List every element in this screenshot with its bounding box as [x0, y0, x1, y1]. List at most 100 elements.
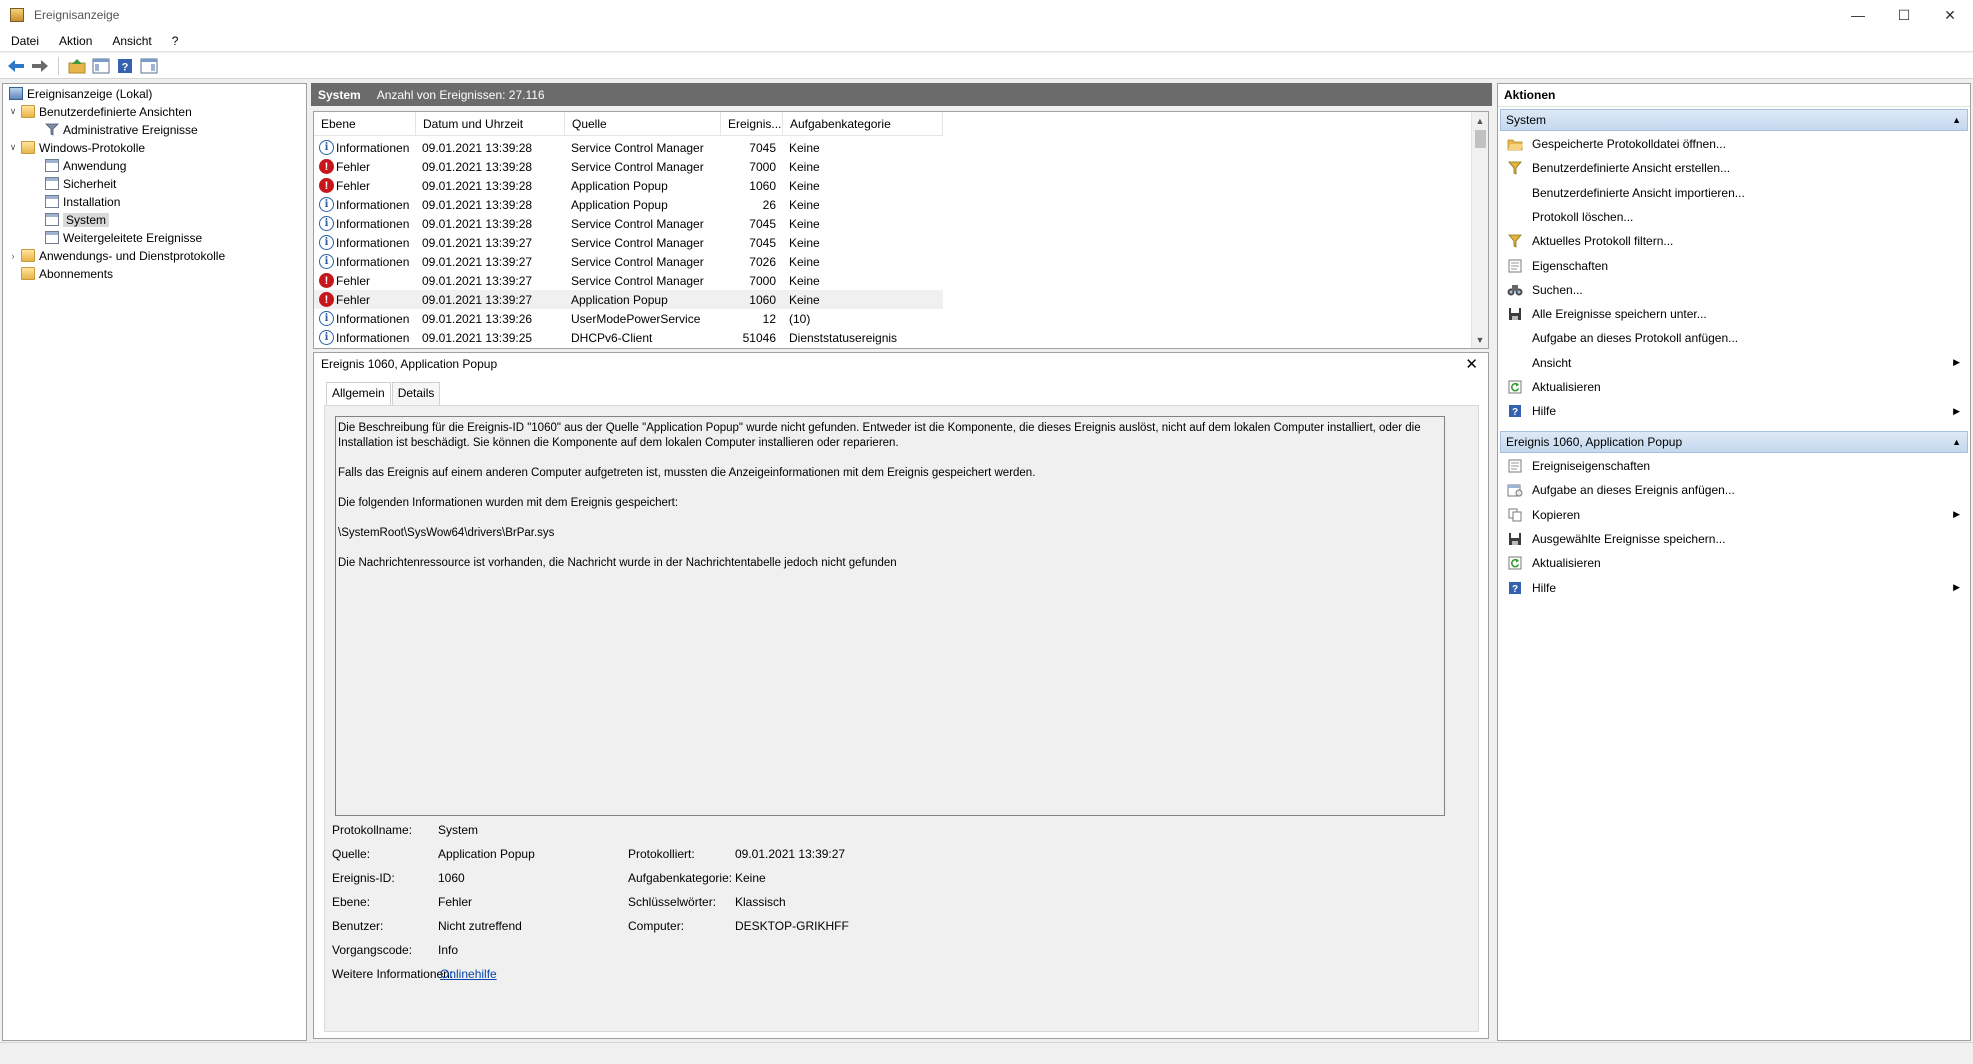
error-icon: !: [319, 273, 334, 288]
help-icon[interactable]: ?: [115, 56, 135, 76]
scroll-up-arrow[interactable]: ▲: [1472, 112, 1488, 129]
action-aufgabe-an-dieses-protokoll-anfügen[interactable]: Aufgabe an dieses Protokoll anfügen...: [1500, 326, 1966, 350]
tree-node-custom-views[interactable]: ∨ Benutzerdefinierte Ansichten: [7, 103, 192, 120]
table-row[interactable]: i Informationen 09.01.2021 13:39:28 Service…: [314, 138, 943, 157]
table-row[interactable]: i Informationen 09.01.2021 13:39:26 UserMod…: [314, 309, 943, 328]
table-row[interactable]: i Informationen 09.01.2021 13:39:25 DHCPv6-…: [314, 328, 943, 347]
chevron-down-icon[interactable]: ∨: [7, 106, 19, 117]
level-text: Informationen: [336, 311, 410, 326]
minimize-button[interactable]: —: [1835, 0, 1881, 30]
error-icon: !: [319, 159, 334, 174]
tree-node-root[interactable]: Ereignisanzeige (Lokal): [7, 85, 152, 102]
tree-node-system[interactable]: System: [43, 211, 110, 228]
tree-node-admin-events[interactable]: Administrative Ereignisse: [43, 121, 198, 138]
chevron-down-icon[interactable]: ∨: [7, 142, 19, 153]
tree-node-app-service-logs[interactable]: › Anwendungs- und Dienstprotokolle: [7, 247, 226, 264]
save-icon: [1507, 531, 1523, 547]
tab-details[interactable]: Details: [391, 382, 441, 405]
refresh-icon: [1507, 379, 1523, 395]
tree-node-setup[interactable]: Installation: [43, 193, 120, 210]
menu-help[interactable]: ?: [161, 34, 188, 48]
scroll-down-arrow[interactable]: ▼: [1472, 331, 1488, 348]
action-eigenschaften[interactable]: Eigenschaften: [1500, 254, 1966, 278]
cell-task: Dienststatusereignis: [789, 330, 898, 345]
cell-event-id: 7045: [749, 235, 776, 250]
action-ansicht[interactable]: Ansicht ▶: [1500, 351, 1966, 375]
tab-general[interactable]: Allgemein: [326, 382, 391, 405]
action-aktuelles-protokoll-filtern[interactable]: Aktuelles Protokoll filtern...: [1500, 229, 1966, 253]
cell-level: ! Fehler: [314, 178, 416, 193]
events-scrollbar[interactable]: ▲ ▼: [1471, 112, 1488, 348]
action-ausgewählte-ereignisse-speichern[interactable]: Ausgewählte Ereignisse speichern...: [1500, 527, 1966, 551]
column-level[interactable]: Ebene: [314, 112, 416, 135]
online-help-link[interactable]: Onlinehilfe: [440, 967, 497, 981]
action-benutzerdefinierte-ansicht-erstellen[interactable]: Benutzerdefinierte Ansicht erstellen...: [1500, 156, 1966, 180]
table-row[interactable]: i Informationen 09.01.2021 13:39:28 Applica…: [314, 195, 943, 214]
action-hilfe[interactable]: ? Hilfe ▶: [1500, 399, 1966, 423]
log-icon: [45, 159, 59, 172]
action-aufgabe-an-dieses-ereignis-anfügen[interactable]: Aufgabe an dieses Ereignis anfügen...: [1500, 478, 1966, 502]
table-row[interactable]: i Informationen 09.01.2021 13:39:27 Service…: [314, 252, 943, 271]
cell-task: (10): [789, 311, 811, 326]
tree-node-security[interactable]: Sicherheit: [43, 175, 116, 192]
tree-node-windows-logs[interactable]: ∨ Windows-Protokolle: [7, 139, 145, 156]
close-button[interactable]: ✕: [1927, 0, 1973, 30]
column-task-category[interactable]: Aufgabenkategorie: [783, 112, 943, 135]
log-header: System Anzahl von Ereignissen: 27.116: [311, 83, 1492, 106]
prop-keywords: Klassisch: [735, 895, 786, 909]
log-icon: [45, 213, 59, 226]
cell-task: Keine: [789, 216, 820, 231]
action-aktualisieren[interactable]: Aktualisieren: [1500, 551, 1966, 575]
action-gespeicherte-protokolldatei-öffnen[interactable]: Gespeicherte Protokolldatei öffnen...: [1500, 132, 1966, 156]
actions-section-event[interactable]: Ereignis 1060, Application Popup ▲: [1500, 431, 1968, 453]
action-suchen[interactable]: Suchen...: [1500, 278, 1966, 302]
table-row[interactable]: ! Fehler 09.01.2021 13:39:27 Service Contro…: [314, 271, 943, 290]
table-row[interactable]: i Informationen 09.01.2021 13:39:28 Service…: [314, 214, 943, 233]
action-label: Gespeicherte Protokolldatei öffnen...: [1532, 137, 1726, 151]
level-text: Informationen: [336, 235, 410, 250]
log-icon: [45, 177, 59, 190]
show-hide-tree-icon[interactable]: [91, 56, 111, 76]
prop-level: Fehler: [438, 895, 473, 909]
action-alle-ereignisse-speichern-unter[interactable]: Alle Ereignisse speichern unter...: [1500, 302, 1966, 326]
show-hide-action-pane-icon[interactable]: [139, 56, 159, 76]
event-viewer-app-icon: [10, 8, 24, 22]
properties-icon: [1507, 458, 1523, 474]
action-aktualisieren[interactable]: Aktualisieren: [1500, 375, 1966, 399]
maximize-button[interactable]: ☐: [1881, 0, 1927, 30]
column-source[interactable]: Quelle: [565, 112, 721, 135]
menu-aktion[interactable]: Aktion: [48, 34, 101, 48]
action-kopieren[interactable]: Kopieren ▶: [1500, 503, 1966, 527]
column-event-id[interactable]: Ereignis...: [721, 112, 783, 135]
column-date[interactable]: Datum und Uhrzeit: [416, 112, 565, 135]
table-row[interactable]: i Informationen 09.01.2021 13:39:27 Service…: [314, 233, 943, 252]
event-description[interactable]: Die Beschreibung für die Ereignis-ID "10…: [335, 416, 1445, 816]
menu-datei[interactable]: Datei: [0, 34, 48, 48]
cell-level: ! Fehler: [314, 159, 416, 174]
level-text: Fehler: [336, 292, 371, 307]
actions-section-system[interactable]: System ▲: [1500, 109, 1968, 131]
forward-icon[interactable]: [30, 56, 50, 76]
table-row[interactable]: ! Fehler 09.01.2021 13:39:27 Application Po…: [314, 290, 943, 309]
back-icon[interactable]: [6, 56, 26, 76]
up-icon[interactable]: [67, 56, 87, 76]
collapse-arrow-icon[interactable]: ▲: [1952, 437, 1961, 447]
prop-label: Aufgabenkategorie:: [628, 871, 733, 885]
tree-node-forwarded-events[interactable]: Weitergeleitete Ereignisse: [43, 229, 202, 246]
menu-ansicht[interactable]: Ansicht: [101, 34, 160, 48]
scroll-thumb[interactable]: [1475, 130, 1486, 148]
table-row[interactable]: ! Fehler 09.01.2021 13:39:28 Application Po…: [314, 176, 943, 195]
collapse-arrow-icon[interactable]: ▲: [1952, 115, 1961, 125]
tree-node-subscriptions[interactable]: Abonnements: [19, 265, 113, 282]
action-ereigniseigenschaften[interactable]: Ereigniseigenschaften: [1500, 454, 1966, 478]
action-label: Ausgewählte Ereignisse speichern...: [1532, 531, 1726, 546]
action-protokoll-löschen[interactable]: Protokoll löschen...: [1500, 205, 1966, 229]
tree-node-application[interactable]: Anwendung: [43, 157, 126, 174]
action-hilfe[interactable]: ? Hilfe ▶: [1500, 576, 1966, 600]
table-row[interactable]: ! Fehler 09.01.2021 13:39:28 Service Contro…: [314, 157, 943, 176]
close-icon[interactable]: ✕: [1465, 355, 1478, 373]
chevron-right-icon[interactable]: ›: [7, 251, 19, 261]
action-benutzerdefinierte-ansicht-importieren[interactable]: Benutzerdefinierte Ansicht importieren..…: [1500, 181, 1966, 205]
cell-source: Application Popup: [571, 197, 668, 212]
status-bar: [0, 1042, 1973, 1064]
